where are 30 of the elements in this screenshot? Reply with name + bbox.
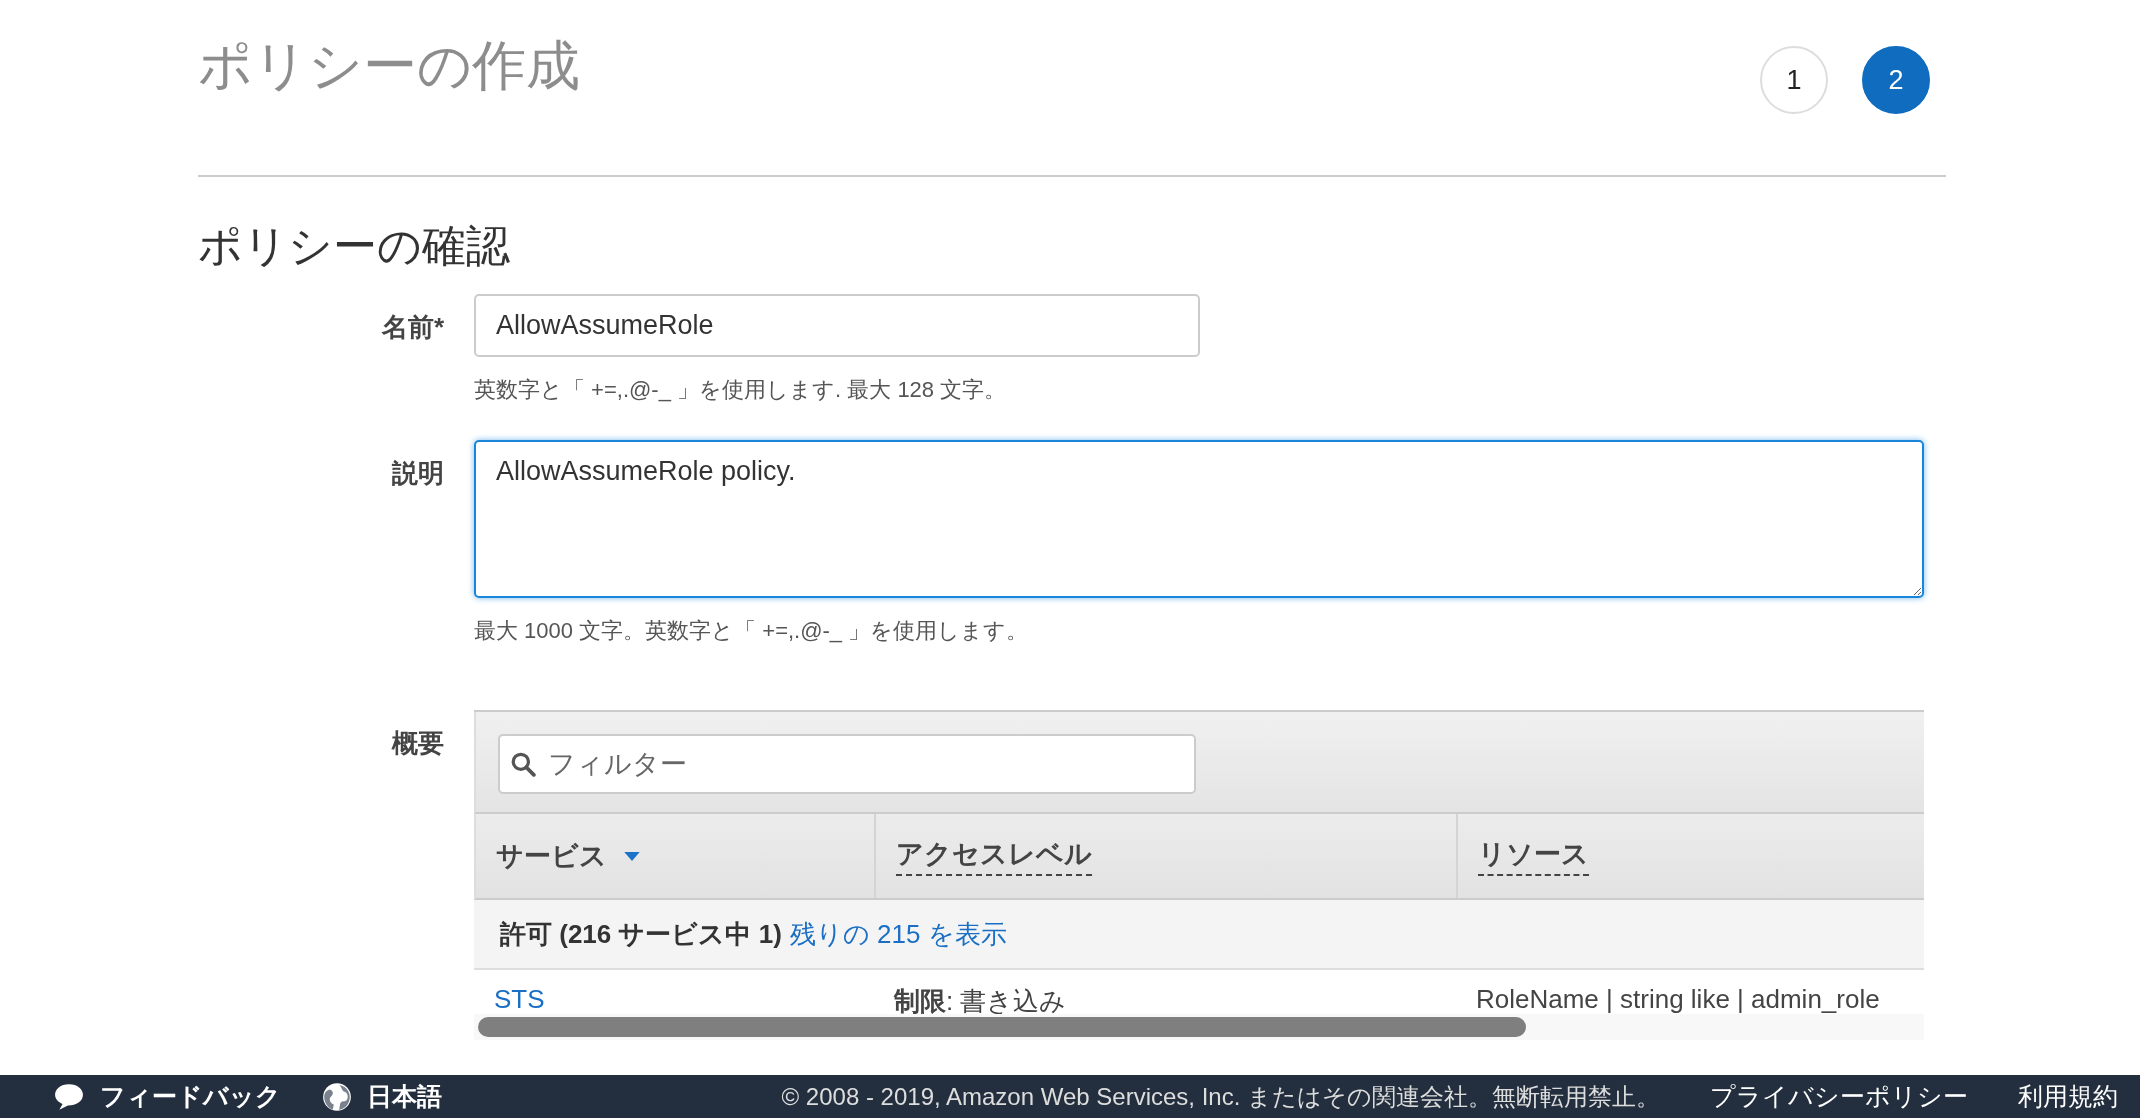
step-indicator: 1 bbox=[1760, 46, 1828, 114]
footer-link[interactable]: プライバシーポリシー bbox=[1710, 1080, 1968, 1113]
step-indicator: 2 bbox=[1862, 46, 1930, 114]
page-title: ポリシーの作成 bbox=[198, 34, 580, 97]
table-cell: RoleName | string like | admin_role bbox=[1476, 984, 1880, 1014]
search-icon bbox=[510, 751, 536, 777]
filter-field[interactable]: フィルター bbox=[498, 734, 1196, 794]
field-label: 説明 bbox=[391, 457, 444, 490]
hint-text: 最大 1000 文字。英数字と「 +=,.@-_ 」を使用します。 bbox=[474, 617, 1030, 645]
copyright-text: © 2008 - 2019, Amazon Web Services, Inc. またはその関連会社。無断転用禁止。 bbox=[781, 1081, 1660, 1112]
section-title: ポリシーの確認 bbox=[198, 220, 511, 272]
language-selector[interactable]: 日本語 bbox=[321, 1080, 442, 1113]
footer-link[interactable]: 利用規約 bbox=[2018, 1080, 2118, 1113]
sort-caret-icon bbox=[623, 850, 641, 862]
column-header[interactable]: サービス bbox=[476, 814, 876, 898]
hint-text: 英数字と「 +=,.@-_ 」を使用します. 最大 128 文字。 bbox=[474, 376, 1008, 404]
column-header[interactable]: アクセスレベル bbox=[876, 814, 1458, 898]
scrollbar-thumb[interactable] bbox=[478, 1017, 1526, 1037]
field-label: 名前* bbox=[380, 311, 444, 344]
description-field[interactable]: AllowAssumeRole policy. bbox=[474, 440, 1924, 598]
feedback-link[interactable]: フィードバック bbox=[52, 1080, 281, 1113]
show-remaining-link[interactable]: 残りの 215 を表示 bbox=[789, 916, 1007, 952]
field-label: 概要 bbox=[390, 727, 444, 760]
service-link[interactable]: STS bbox=[494, 984, 545, 1014]
name-field[interactable]: AllowAssumeRole bbox=[474, 294, 1200, 357]
speech-bubble-icon bbox=[52, 1081, 86, 1112]
column-header[interactable]: リソース bbox=[1458, 814, 1924, 898]
table-cell: 制限: 書き込み bbox=[894, 986, 1067, 1016]
group-label: 許可 (216 サービス中 1) bbox=[500, 917, 782, 951]
globe-icon bbox=[321, 1080, 353, 1113]
